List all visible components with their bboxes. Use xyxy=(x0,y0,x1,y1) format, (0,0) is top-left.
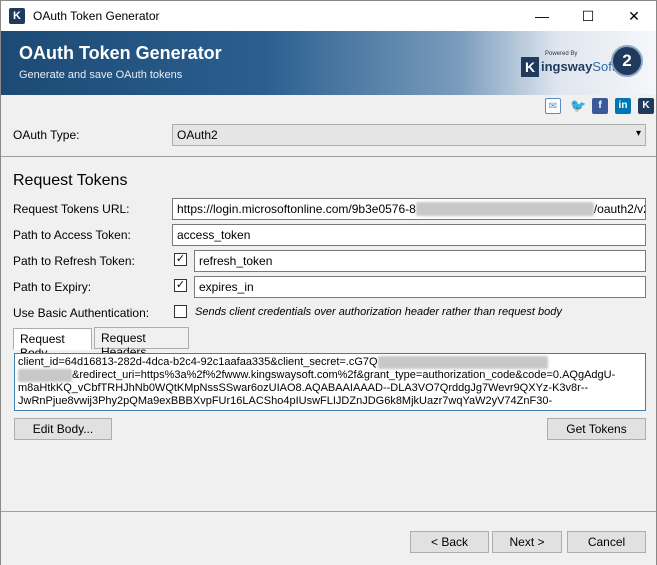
version-badge: 2 xyxy=(611,45,643,77)
twitter-icon[interactable]: 🐦 xyxy=(570,98,586,114)
back-button[interactable]: < Back xyxy=(410,531,489,553)
request-tokens-url-label: Request Tokens URL: xyxy=(13,202,130,216)
header-banner: OAuth Token Generator Generate and save … xyxy=(1,31,656,95)
basic-auth-checkbox[interactable] xyxy=(174,305,187,318)
redacted-region: x xyxy=(415,202,594,216)
minimize-button[interactable]: — xyxy=(519,1,565,31)
expiry-path-input[interactable]: expires_in xyxy=(194,276,646,298)
footer: < Back Next > Cancel xyxy=(1,512,656,565)
chevron-down-icon: ▾ xyxy=(635,128,641,139)
request-body-textarea[interactable]: client_id=64d16813-282d-4dca-b2c4-92c1aa… xyxy=(14,353,646,411)
oauth-type-label: OAuth Type: xyxy=(13,128,80,142)
title-bar: K OAuth Token Generator — ☐ ✕ xyxy=(1,1,656,31)
refresh-token-checkbox[interactable]: ✓ xyxy=(174,253,187,266)
refresh-token-path-input[interactable]: refresh_token xyxy=(194,250,646,272)
cancel-button[interactable]: Cancel xyxy=(567,531,646,553)
request-tokens-url-input[interactable]: https://login.microsoftonline.com/9b3e05… xyxy=(172,198,646,220)
app-icon: K xyxy=(9,8,25,24)
oauth-type-select[interactable]: OAuth2 ▾ xyxy=(172,124,646,146)
oauth-token-generator-window: K OAuth Token Generator — ☐ ✕ OAuth Toke… xyxy=(0,0,657,565)
linkedin-icon[interactable]: in xyxy=(615,98,631,114)
redacted-region: x xyxy=(18,369,72,382)
tab-request-headers[interactable]: Request Headers xyxy=(94,327,189,359)
banner-title: OAuth Token Generator xyxy=(19,43,222,63)
access-token-path-input[interactable]: access_token xyxy=(172,224,646,246)
basic-auth-label: Use Basic Authentication: xyxy=(13,306,150,320)
brand-k-icon: K xyxy=(521,57,539,77)
redacted-region: x xyxy=(377,356,548,369)
expiry-checkbox[interactable]: ✓ xyxy=(174,279,187,292)
get-tokens-button[interactable]: Get Tokens xyxy=(547,418,646,440)
edit-body-button[interactable]: Edit Body... xyxy=(14,418,112,440)
brand-name: ingswaySoft xyxy=(541,59,616,74)
expiry-path-label: Path to Expiry: xyxy=(13,280,92,294)
access-token-path-label: Path to Access Token: xyxy=(13,228,131,242)
next-button[interactable]: Next > xyxy=(492,531,562,553)
powered-by-text: Powered By xyxy=(545,51,578,57)
kingswaysoft-logo: Powered By K ingswaySoft xyxy=(521,49,615,83)
refresh-token-path-label: Path to Refresh Token: xyxy=(13,254,135,268)
kingsway-icon[interactable]: K xyxy=(638,98,654,114)
divider xyxy=(1,156,656,157)
oauth-type-value: OAuth2 xyxy=(177,128,218,142)
close-button[interactable]: ✕ xyxy=(611,1,657,31)
basic-auth-note: Sends client credentials over authorizat… xyxy=(195,306,562,318)
section-title: Request Tokens xyxy=(13,172,128,189)
window-title: OAuth Token Generator xyxy=(33,9,160,23)
mail-icon[interactable]: ✉ xyxy=(545,98,561,114)
banner-subtitle: Generate and save OAuth tokens xyxy=(19,69,183,81)
maximize-button[interactable]: ☐ xyxy=(565,1,611,31)
facebook-icon[interactable]: f xyxy=(592,98,608,114)
tab-request-body[interactable]: Request Body xyxy=(13,328,92,360)
